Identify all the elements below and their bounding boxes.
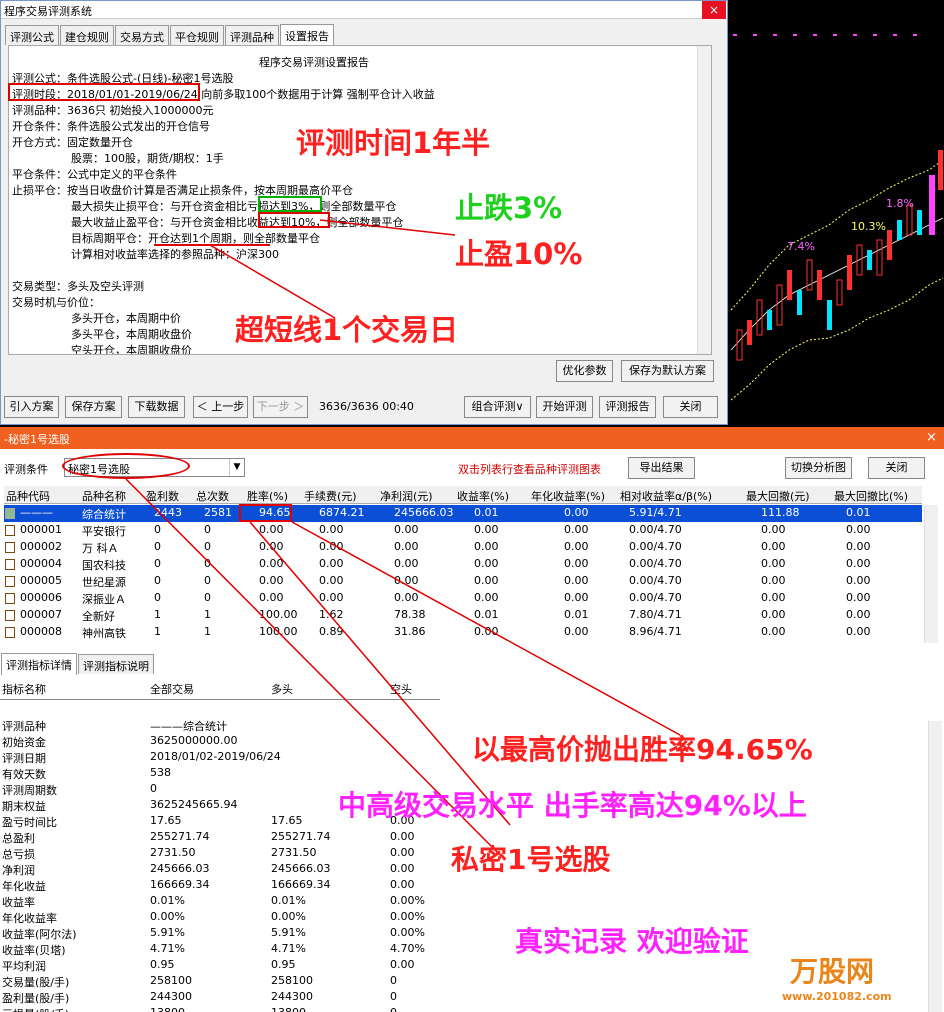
annotation-text: 中高级交易水平 出手率高达94%以上: [338, 789, 807, 822]
annotation-text: 私密1号选股: [451, 843, 611, 876]
watermark-url: www.201082.com: [782, 990, 892, 1003]
annotation-text: 评测时间1年半: [296, 126, 491, 160]
annotation-text: 超短线1个交易日: [235, 313, 459, 347]
annotation-text: 止盈10%: [455, 237, 583, 271]
annotation-text: 止跌3%: [455, 191, 563, 225]
annotation-text: 真实记录 欢迎验证: [515, 925, 749, 958]
annotation-text: 以最高价抛出胜率94.65%: [472, 733, 813, 766]
watermark-brand: 万股网: [790, 955, 875, 988]
